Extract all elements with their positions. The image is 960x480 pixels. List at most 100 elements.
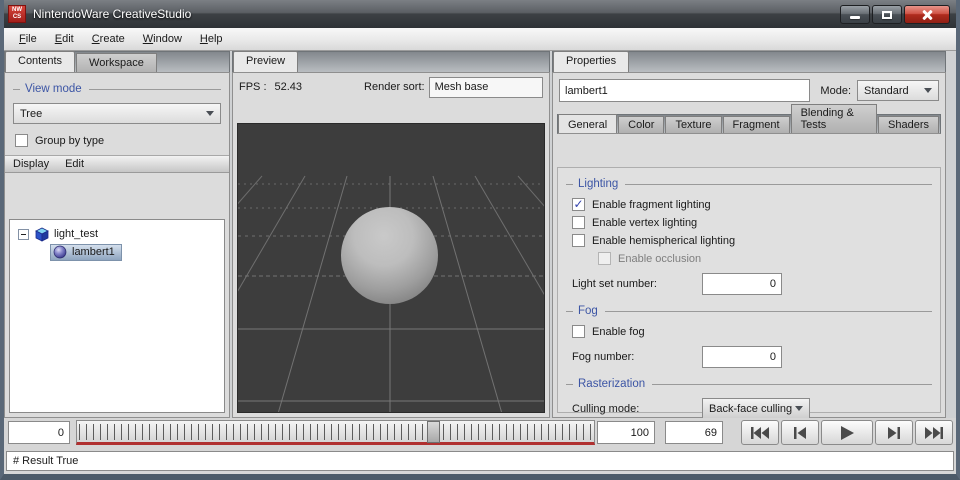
slider-ticks <box>79 424 592 440</box>
skip-to-start-button[interactable] <box>741 420 779 445</box>
tab-blending-tests[interactable]: Blending & Tests <box>790 104 878 133</box>
checkbox-row-enable-fog[interactable]: ✓ Enable fog <box>572 325 940 338</box>
play-icon <box>841 425 854 440</box>
culling-mode-dropdown[interactable]: Back-face culling <box>702 398 810 419</box>
menu-help[interactable]: Help <box>191 30 232 48</box>
step-forward-icon <box>888 426 900 439</box>
render-sort-label: Render sort: <box>364 81 425 93</box>
app-icon: NW CS <box>8 5 26 23</box>
menu-file[interactable]: File <box>10 30 46 48</box>
chevron-down-icon <box>795 406 803 411</box>
tree-row-light-test[interactable]: light_test <box>10 225 224 243</box>
animation-timeline: 0 100 69 <box>4 418 956 447</box>
mode-dropdown[interactable]: Standard <box>857 80 939 101</box>
frame-end-field[interactable]: 100 <box>597 421 655 444</box>
hemispherical-lighting-checkbox[interactable]: ✓ <box>572 234 585 247</box>
vertex-lighting-checkbox[interactable]: ✓ <box>572 216 585 229</box>
contents-panel: Contents Workspace View mode Tree ✓ Grou… <box>4 51 230 418</box>
fog-number-row: Fog number: 0 <box>572 346 940 368</box>
fog-number-field[interactable]: 0 <box>702 346 782 368</box>
viewport-3d[interactable] <box>237 123 545 413</box>
close-button[interactable] <box>904 5 950 24</box>
general-tab-content: Lighting ✓ Enable fragment lighting ✓ En… <box>557 167 941 419</box>
tree-menu-bar: Display Edit <box>5 155 229 173</box>
preview-tabstrip: Preview <box>232 51 550 72</box>
step-back-icon <box>794 426 806 439</box>
material-name-field[interactable]: lambert1 <box>559 79 811 102</box>
fog-section-header: Fog <box>566 305 932 317</box>
group-by-type-row[interactable]: ✓ Group by type <box>15 134 229 147</box>
tree-label-light-test: light_test <box>54 228 99 240</box>
tab-shaders[interactable]: Shaders <box>878 116 939 133</box>
checkbox-row-occlusion: ✓ Enable occlusion <box>598 252 940 265</box>
window-title: NintendoWare CreativeStudio <box>33 7 192 21</box>
frame-slider[interactable] <box>76 420 595 445</box>
tree-row-lambert1[interactable]: lambert1 <box>10 243 224 261</box>
enable-fog-checkbox[interactable]: ✓ <box>572 325 585 338</box>
cube-icon <box>35 227 49 242</box>
fps-value: 52.43 <box>274 81 303 93</box>
tab-preview[interactable]: Preview <box>233 51 299 72</box>
preview-sphere <box>341 207 438 304</box>
checkbox-row-hemispherical-lighting[interactable]: ✓ Enable hemispherical lighting <box>572 234 940 247</box>
app-icon-text-bottom: CS <box>12 14 22 20</box>
close-icon <box>921 10 933 20</box>
slider-handle[interactable] <box>426 421 440 443</box>
maximize-button[interactable] <box>872 5 902 24</box>
menu-edit[interactable]: Edit <box>46 30 83 48</box>
step-forward-button[interactable] <box>875 420 913 445</box>
chevron-down-icon <box>206 111 214 116</box>
checkbox-row-vertex-lighting[interactable]: ✓ Enable vertex lighting <box>572 216 940 229</box>
tab-fragment[interactable]: Fragment <box>722 116 790 133</box>
tab-color[interactable]: Color <box>618 116 665 133</box>
minimize-button[interactable] <box>840 5 870 24</box>
tree-menu-display[interactable]: Display <box>13 158 49 170</box>
maximize-icon <box>882 10 892 19</box>
title-bar[interactable]: NW CS NintendoWare CreativeStudio <box>0 0 960 28</box>
menu-bar: File Edit Create Window Help <box>4 28 956 51</box>
lighting-title: Lighting <box>578 178 619 190</box>
app-window: NW CS NintendoWare CreativeStudio File E… <box>0 0 960 480</box>
tab-texture[interactable]: Texture <box>665 116 722 133</box>
contents-panel-body: View mode Tree ✓ Group by type Display E… <box>4 72 230 418</box>
properties-subtabs: General Color Texture Fragment Blending … <box>557 104 941 134</box>
checkbox-row-fragment-lighting[interactable]: ✓ Enable fragment lighting <box>572 198 940 211</box>
tree-menu-edit[interactable]: Edit <box>65 158 84 170</box>
fragment-lighting-checkbox[interactable]: ✓ <box>572 198 585 211</box>
view-mode-value: Tree <box>20 107 43 120</box>
hemispherical-lighting-label: Enable hemispherical lighting <box>592 234 736 247</box>
tab-general[interactable]: General <box>558 114 618 133</box>
frame-start-field[interactable]: 0 <box>8 421 70 444</box>
light-set-number-field[interactable]: 0 <box>702 273 782 295</box>
minimize-icon <box>850 16 860 19</box>
menu-create[interactable]: Create <box>83 30 134 48</box>
tab-workspace[interactable]: Workspace <box>76 53 157 72</box>
rasterization-title: Rasterization <box>578 378 646 390</box>
fragment-lighting-label: Enable fragment lighting <box>592 198 711 211</box>
fps-label: FPS : <box>239 81 267 93</box>
skip-to-start-icon <box>751 426 769 439</box>
step-back-button[interactable] <box>781 420 819 445</box>
collapse-icon[interactable] <box>18 228 29 240</box>
view-mode-dropdown[interactable]: Tree <box>13 103 221 124</box>
view-mode-title: View mode <box>25 83 82 95</box>
lighting-section-header: Lighting <box>566 178 932 190</box>
render-sort-field[interactable]: Mesh base <box>428 76 543 98</box>
enable-fog-label: Enable fog <box>592 325 645 338</box>
play-button[interactable] <box>821 420 873 445</box>
scene-tree: light_test lambert1 <box>9 219 225 413</box>
window-controls <box>838 5 950 24</box>
status-bar: # Result True <box>4 447 956 474</box>
skip-to-end-button[interactable] <box>915 420 953 445</box>
current-frame-field[interactable]: 69 <box>665 421 723 444</box>
tab-properties[interactable]: Properties <box>553 51 630 72</box>
tab-contents[interactable]: Contents <box>5 51 76 72</box>
material-name-row: lambert1 Mode: Standard <box>553 73 945 106</box>
status-message-field: # Result True <box>6 450 954 471</box>
group-by-type-checkbox[interactable]: ✓ <box>15 134 28 147</box>
preview-panel: Preview FPS : 52.43 Render sort: Mesh ba… <box>232 51 550 418</box>
occlusion-label: Enable occlusion <box>618 252 702 265</box>
view-mode-section-header: View mode <box>13 83 221 95</box>
menu-window[interactable]: Window <box>134 30 191 48</box>
culling-mode-row: Culling mode: Back-face culling <box>572 398 940 419</box>
